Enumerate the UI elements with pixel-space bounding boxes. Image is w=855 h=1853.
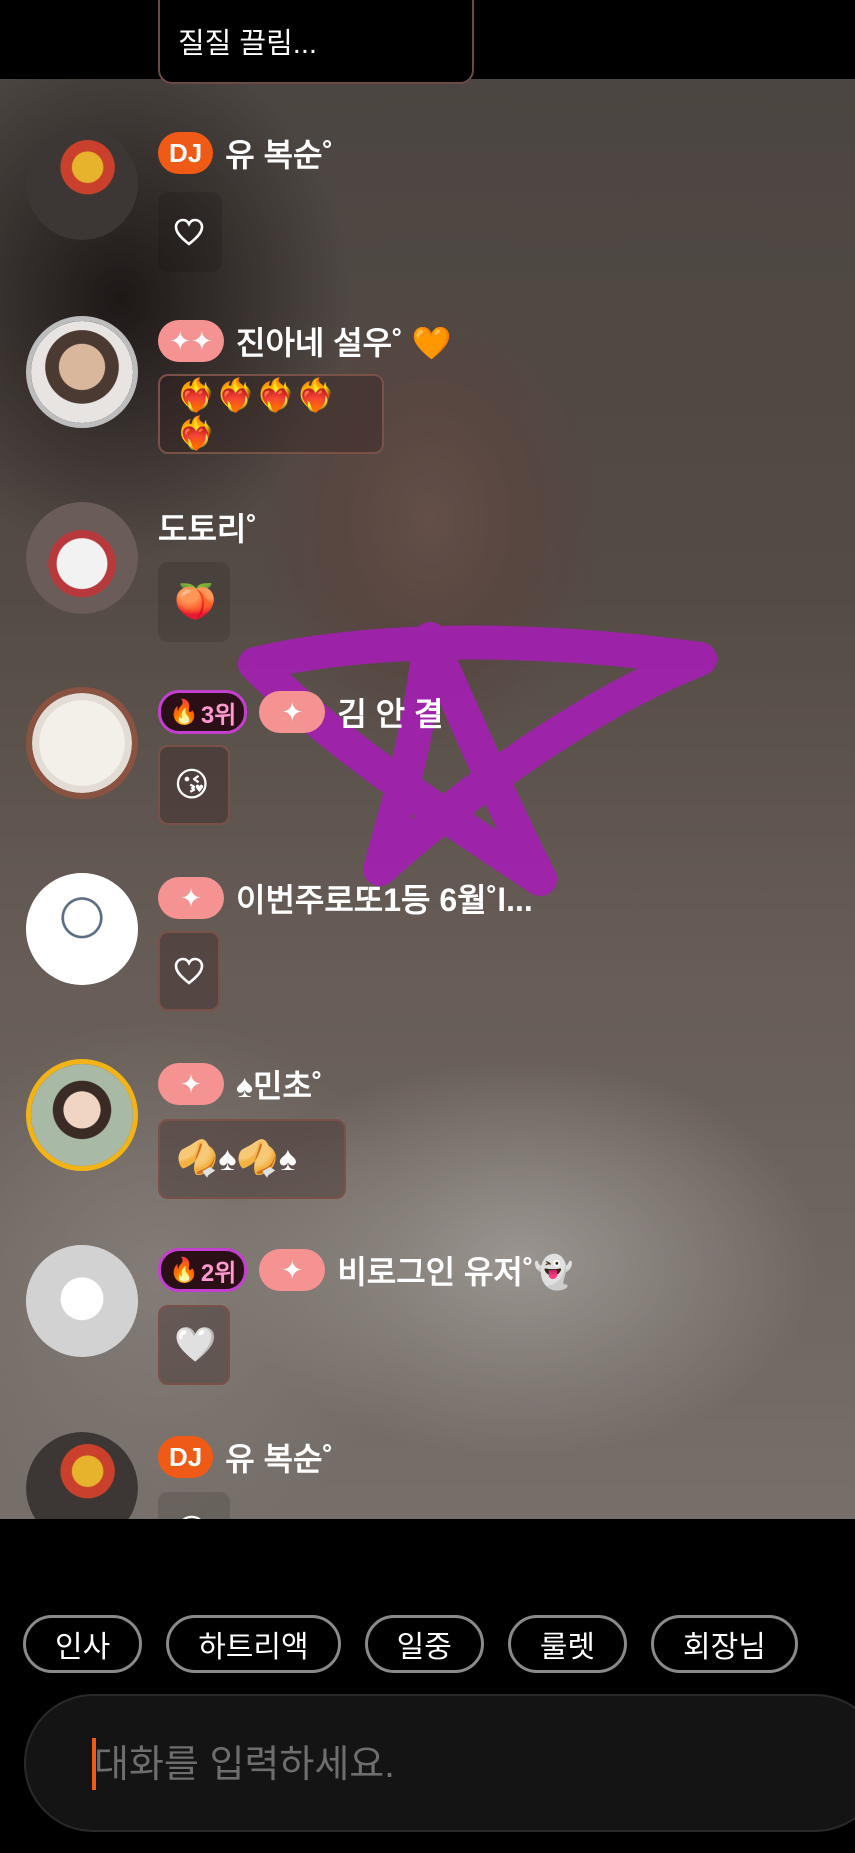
username[interactable]: ♠민초˚: [236, 1061, 323, 1107]
message-text: ❤️‍🔥❤️‍🔥❤️‍🔥❤️‍🔥❤️‍🔥: [176, 377, 336, 451]
sparkle-icon: ✦: [281, 1254, 304, 1285]
heart-outline-icon: [174, 957, 204, 985]
fire-icon: 🔥: [169, 1256, 199, 1284]
message-bubble: 🥠♠🥠♠: [158, 1119, 346, 1199]
message-bubble: 😘: [158, 745, 230, 825]
username[interactable]: 김 안 결: [337, 689, 443, 735]
username[interactable]: 도토리˚: [158, 504, 257, 550]
avatar[interactable]: [26, 1432, 138, 1519]
avatar[interactable]: [26, 502, 138, 614]
avatar[interactable]: [26, 128, 138, 240]
sparkle-icon: ✦: [180, 882, 202, 913]
fire-icon: 🔥: [169, 698, 199, 726]
rank-badge: 🔥 2위: [158, 1248, 248, 1292]
message-text: 😘: [174, 766, 210, 804]
sparkle-badge: ✦: [259, 1249, 326, 1291]
quick-reply-chip[interactable]: 룰렛: [507, 1615, 628, 1673]
message-text: 🤍: [174, 1326, 217, 1364]
message-bubble: [158, 931, 220, 1011]
quick-reply-chip[interactable]: 회장님: [651, 1615, 798, 1673]
avatar[interactable]: [26, 687, 138, 799]
username[interactable]: 진아네 설우˚ 🧡: [236, 318, 451, 364]
avatar[interactable]: [26, 316, 138, 428]
message-bubble: 🍑: [158, 562, 230, 642]
sparkle-badge: ✦: [158, 1063, 224, 1105]
rank-badge: 🔥 3위: [158, 690, 248, 734]
chat-list[interactable]: DJ 유 복순˚ ✦✦ 진아네 설우˚ 🧡 ❤️‍🔥❤️‍🔥❤️‍🔥❤️‍🔥❤️…: [0, 0, 855, 1519]
quick-reply-bar: 인사 하트리액 일중 룰렛 회장님: [23, 1615, 798, 1673]
chat-input-box[interactable]: [24, 1694, 855, 1832]
message-bubble: 😍: [158, 1492, 230, 1519]
heart-outline-icon: [174, 218, 204, 246]
dj-badge: DJ: [158, 1436, 214, 1478]
chat-input-field[interactable]: [92, 1731, 796, 1799]
username[interactable]: 이번주로또1등 6월˚l...: [236, 875, 533, 921]
username[interactable]: 유 복순˚: [225, 130, 333, 176]
dj-badge: DJ: [158, 132, 214, 174]
avatar[interactable]: [26, 873, 138, 985]
quick-reply-chip[interactable]: 하트리액: [166, 1615, 341, 1673]
sparkle-badge: ✦: [259, 691, 326, 733]
sparkle-badge: ✦✦: [158, 320, 224, 362]
username[interactable]: 비로그인 유저˚👻: [337, 1247, 573, 1293]
message-text: 🍑: [174, 583, 217, 621]
sparkle-icon: ✦: [180, 1068, 202, 1099]
message-text: 😍: [174, 1512, 209, 1519]
username[interactable]: 유 복순˚: [225, 1434, 333, 1480]
sparkle-icon: ✦: [281, 696, 304, 727]
sparkle-badge: ✦: [158, 877, 224, 919]
quick-reply-chip[interactable]: 인사: [23, 1615, 143, 1673]
message-bubble: 🤍: [158, 1305, 230, 1385]
message-text: 🥠♠🥠♠: [176, 1140, 297, 1178]
quick-reply-chip[interactable]: 일중: [364, 1615, 484, 1673]
avatar[interactable]: [26, 1245, 138, 1357]
message-bubble: [158, 192, 222, 272]
avatar[interactable]: [26, 1059, 138, 1171]
message-bubble: ❤️‍🔥❤️‍🔥❤️‍🔥❤️‍🔥❤️‍🔥: [158, 374, 384, 454]
sparkle-icon: ✦✦: [169, 325, 213, 356]
